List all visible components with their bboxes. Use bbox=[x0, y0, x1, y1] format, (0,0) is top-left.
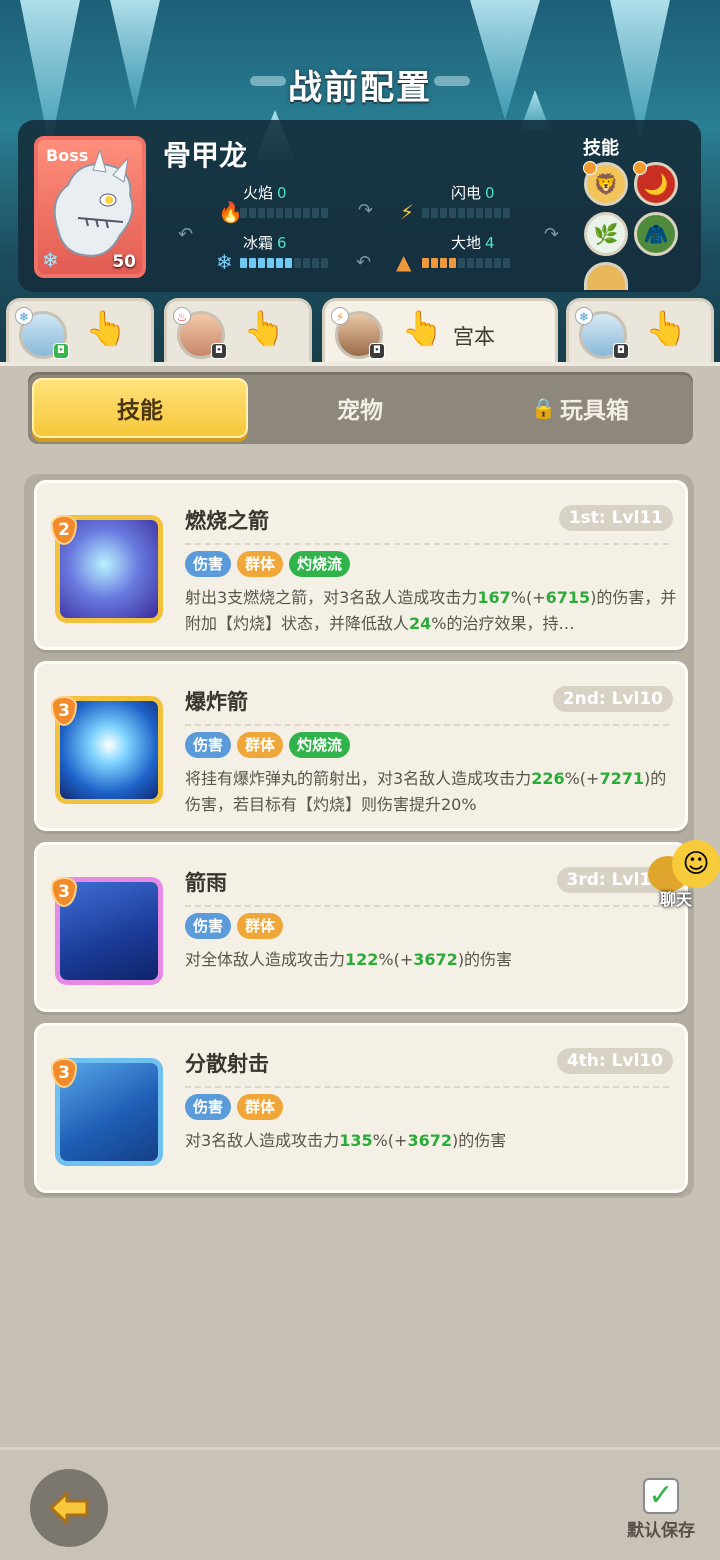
tag-group: 群体 bbox=[237, 732, 284, 758]
boss-tag: Boss bbox=[46, 146, 89, 165]
fire-bar bbox=[240, 208, 328, 218]
earth-bar bbox=[422, 258, 510, 268]
frost-element-icon: ❄ bbox=[42, 248, 59, 272]
skill-description: 对全体敌人造成攻击力122%(+3672)的伤害 bbox=[185, 950, 513, 969]
skill-card[interactable]: 3 爆炸箭 2nd: Lvl10 伤害 群体 灼烧流 将挂有爆炸弹丸的箭射出，对… bbox=[34, 661, 688, 831]
tag-damage: 伤害 bbox=[185, 732, 232, 758]
boss-skill-orb[interactable]: 🌿 bbox=[584, 212, 628, 256]
skill-card[interactable]: 2 燃烧之箭 1st: Lvl11 伤害 群体 灼烧流 射出3支燃烧之箭，对3名… bbox=[34, 480, 688, 650]
tag-damage: 伤害 bbox=[185, 913, 232, 939]
skill-description: 射出3支燃烧之箭，对3名敌人造成攻击力167%(+6715)的伤害，并附加【灼烧… bbox=[185, 588, 677, 633]
hero-tab-1[interactable]: ❄ ◘ 👆 bbox=[6, 298, 154, 364]
controller-icon: ◘ bbox=[211, 343, 227, 359]
ice-stat: 冰霜 6 bbox=[243, 234, 287, 252]
arrow-left-icon bbox=[49, 1491, 89, 1525]
boss-skill-orb[interactable]: 🌙 bbox=[633, 161, 678, 206]
ice-element-icon: ❄ bbox=[15, 307, 33, 325]
controller-icon: ◘ bbox=[53, 343, 69, 359]
boss-skill-orb[interactable] bbox=[584, 262, 628, 290]
boss-skill-orb[interactable]: 🧥 bbox=[634, 212, 678, 256]
ice-bar bbox=[240, 258, 328, 268]
skill-tags: 伤害 群体 灼烧流 bbox=[185, 551, 351, 577]
hood-icon: 🧥 bbox=[643, 222, 669, 246]
tab-pets[interactable]: 宠物 bbox=[252, 378, 468, 438]
skill-level-badge: 2nd: Lvl10 bbox=[552, 686, 673, 712]
tag-burn: 灼烧流 bbox=[289, 732, 351, 758]
back-button[interactable] bbox=[30, 1469, 108, 1547]
skill-title: 分散射击 bbox=[185, 1052, 269, 1076]
boss-info-panel: Boss ❄ 50 骨甲龙 火焰 0 🔥 闪电 0 ⚡ 冰霜 6 ❄ 大地 4 ▲ ↷ … bbox=[18, 120, 701, 292]
tag-burn: 灼烧流 bbox=[289, 551, 351, 577]
lightning-icon: ⚡ bbox=[400, 200, 415, 224]
lightning-element-icon: ⚡ bbox=[331, 307, 349, 325]
hero-tab-4[interactable]: ❄ ◘ 👆 bbox=[566, 298, 714, 364]
skill-tags: 伤害 群体 bbox=[185, 1094, 284, 1120]
hero-tab-2[interactable]: ♨ ◘ 👆 bbox=[164, 298, 312, 364]
tap-hand-icon: 👆 bbox=[645, 309, 688, 349]
page-title: 战前配置 bbox=[288, 68, 432, 108]
cycle-arrow-icon: ↷ bbox=[358, 200, 374, 221]
tag-damage: 伤害 bbox=[185, 551, 232, 577]
tap-hand-icon: 👆 bbox=[243, 309, 286, 349]
skill-title: 燃烧之箭 bbox=[185, 509, 269, 533]
earth-stat: 大地 4 bbox=[451, 234, 495, 252]
boss-skills-label: 技能 bbox=[583, 138, 619, 159]
boss-name: 骨甲龙 bbox=[163, 139, 248, 172]
lightning-bar bbox=[422, 208, 510, 218]
default-save-toggle[interactable]: ✓ 默认保存 bbox=[620, 1478, 702, 1548]
cycle-arrow-icon: ↷ bbox=[544, 224, 560, 245]
lightning-stat: 闪电 0 bbox=[451, 184, 495, 202]
snowflake-icon: ❄ bbox=[216, 250, 233, 274]
tag-group: 群体 bbox=[237, 1094, 284, 1120]
boss-skill-orb[interactable]: 🦁 bbox=[583, 161, 628, 206]
hero-tab-3[interactable]: ⚡ ◘ 👆 宫本 bbox=[322, 298, 558, 368]
controller-icon: ◘ bbox=[613, 343, 629, 359]
tag-group: 群体 bbox=[237, 551, 284, 577]
cycle-arrow-icon: ↶ bbox=[356, 252, 372, 273]
skill-level-badge: 1st: Lvl11 bbox=[558, 505, 673, 531]
skill-title: 爆炸箭 bbox=[185, 690, 248, 714]
category-segmented-control: 技能 宠物 🔒 玩具箱 bbox=[28, 372, 693, 444]
fire-orb-icon: 🌙 bbox=[643, 172, 669, 196]
tag-damage: 伤害 bbox=[185, 1094, 232, 1120]
controller-icon: ◘ bbox=[369, 343, 385, 359]
tab-toybox[interactable]: 🔒 玩具箱 bbox=[472, 378, 688, 438]
footer-bar bbox=[0, 1447, 720, 1560]
skill-title: 箭雨 bbox=[185, 871, 227, 895]
fire-stat: 火焰 0 bbox=[243, 184, 287, 202]
default-save-label: 默认保存 bbox=[627, 1521, 695, 1541]
skill-description: 将挂有爆炸弹丸的箭射出，对3名敌人造成攻击力226%(+7271)的伤害，若目标… bbox=[185, 769, 667, 814]
tag-group: 群体 bbox=[237, 913, 284, 939]
tab-skills[interactable]: 技能 bbox=[32, 378, 248, 438]
hero-name: 宫本 bbox=[453, 325, 495, 349]
ice-element-icon: ❄ bbox=[575, 307, 593, 325]
skill-level-badge: 4th: Lvl10 bbox=[556, 1048, 673, 1074]
boss-level: 50 bbox=[112, 252, 136, 272]
boss-portrait[interactable]: Boss ❄ 50 bbox=[34, 136, 146, 278]
lock-icon: 🔒 bbox=[531, 396, 556, 420]
cycle-arrow-icon: ↶ bbox=[178, 224, 194, 245]
checkbox-icon: ✓ bbox=[643, 1478, 679, 1514]
skill-description: 对3名敌人造成攻击力135%(+3672)的伤害 bbox=[185, 1131, 507, 1150]
plant-icon: 🌿 bbox=[593, 222, 619, 246]
chat-label: 聊天 bbox=[660, 890, 693, 909]
chat-button[interactable]: ☺ 聊天 bbox=[648, 840, 720, 910]
tap-hand-icon: 👆 bbox=[85, 309, 128, 349]
skill-tags: 伤害 群体 灼烧流 bbox=[185, 732, 351, 758]
skill-card[interactable]: 3 箭雨 3rd: Lvl10 伤害 群体 对全体敌人造成攻击力122%(+36… bbox=[34, 842, 688, 1012]
mountain-icon: ▲ bbox=[396, 250, 412, 274]
smile-icon: ☺ bbox=[672, 840, 720, 888]
fire-element-icon: ♨ bbox=[173, 307, 191, 325]
skill-card[interactable]: 3 分散射击 4th: Lvl10 伤害 群体 对3名敌人造成攻击力135%(+… bbox=[34, 1023, 688, 1193]
lion-icon: 🦁 bbox=[593, 172, 619, 196]
tap-hand-icon: 👆 bbox=[401, 309, 444, 349]
skill-tags: 伤害 群体 bbox=[185, 913, 284, 939]
